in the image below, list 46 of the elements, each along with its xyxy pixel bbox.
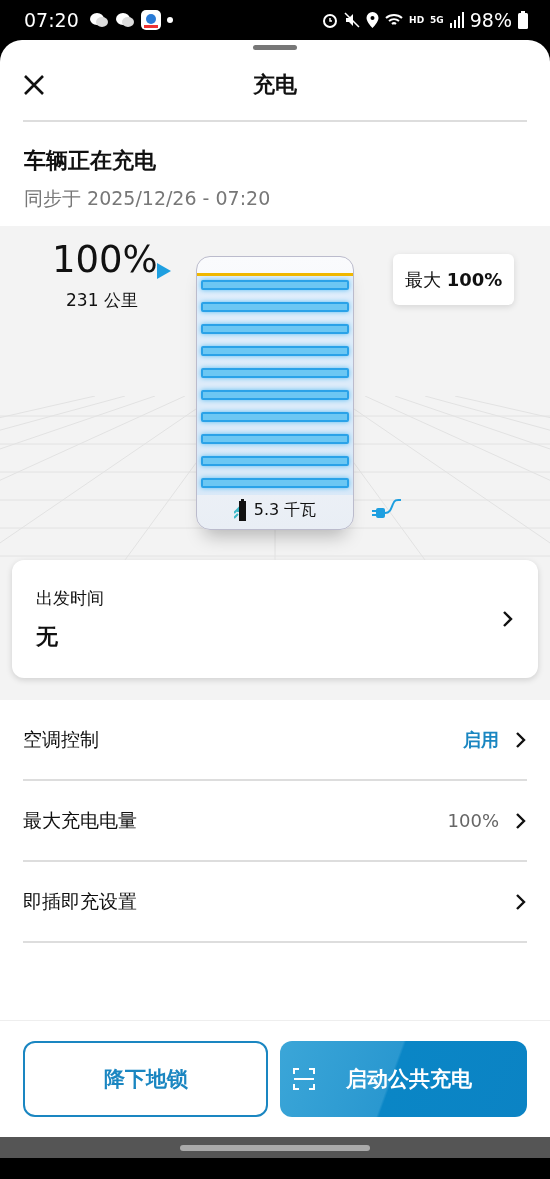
max-charge-tooltip: 最大 100%	[393, 254, 515, 306]
hd-indicator: HD	[409, 15, 425, 25]
departure-label: 出发时间	[36, 586, 105, 610]
chevron-right-icon	[502, 610, 514, 628]
mute-icon	[344, 12, 361, 28]
alarm-icon	[322, 12, 339, 28]
chevron-right-icon	[515, 730, 527, 749]
setting-label: 即插即充设置	[23, 888, 138, 914]
pointer-icon	[157, 263, 171, 279]
chat-bubbles-icon	[88, 12, 109, 28]
signal-icon	[449, 12, 464, 28]
charging-status: 车辆正在充电	[24, 147, 157, 175]
setting-label: 空调控制	[23, 726, 100, 752]
setting-label: 最大充电电量	[23, 807, 138, 833]
chat-bubbles-icon	[114, 12, 135, 28]
home-indicator[interactable]	[180, 1144, 370, 1151]
close-icon	[23, 74, 45, 96]
wifi-icon	[385, 12, 404, 28]
close-button[interactable]	[23, 74, 45, 96]
app-icon	[140, 10, 161, 30]
status-time: 07:20	[24, 9, 79, 31]
departure-time-card[interactable]: 出发时间 无	[12, 560, 538, 678]
drag-handle[interactable]	[253, 45, 297, 50]
start-charging-button[interactable]: 启动公共充电	[280, 1041, 527, 1117]
sync-time: 同步于 2025/12/26 - 07:20	[24, 186, 272, 211]
departure-value: 无	[36, 622, 59, 651]
page-title: 充电	[252, 71, 298, 99]
charging-power-icon	[233, 499, 248, 521]
setting-value: 100%	[447, 810, 499, 831]
network-type: 5G	[430, 15, 444, 25]
range-text: 231 公里	[66, 289, 138, 312]
settings-row[interactable]: 空调控制 启用	[23, 700, 527, 781]
setting-value: 启用	[463, 727, 499, 752]
battery-icon	[518, 11, 528, 29]
plug-icon	[372, 498, 402, 520]
settings-row[interactable]: 最大充电电量 100%	[23, 781, 527, 862]
chevron-right-icon	[515, 892, 527, 911]
battery-percent: 98%	[469, 9, 512, 31]
lower-lock-button[interactable]: 降下地锁	[23, 1041, 268, 1117]
charging-power: 5.3 千瓦	[253, 499, 317, 521]
settings-row[interactable]: 即插即充设置	[23, 862, 527, 943]
location-icon	[366, 12, 380, 28]
dot-icon	[166, 17, 173, 23]
chevron-right-icon	[515, 811, 527, 830]
scan-icon	[292, 1067, 316, 1091]
charge-percent: 100%	[52, 238, 158, 281]
